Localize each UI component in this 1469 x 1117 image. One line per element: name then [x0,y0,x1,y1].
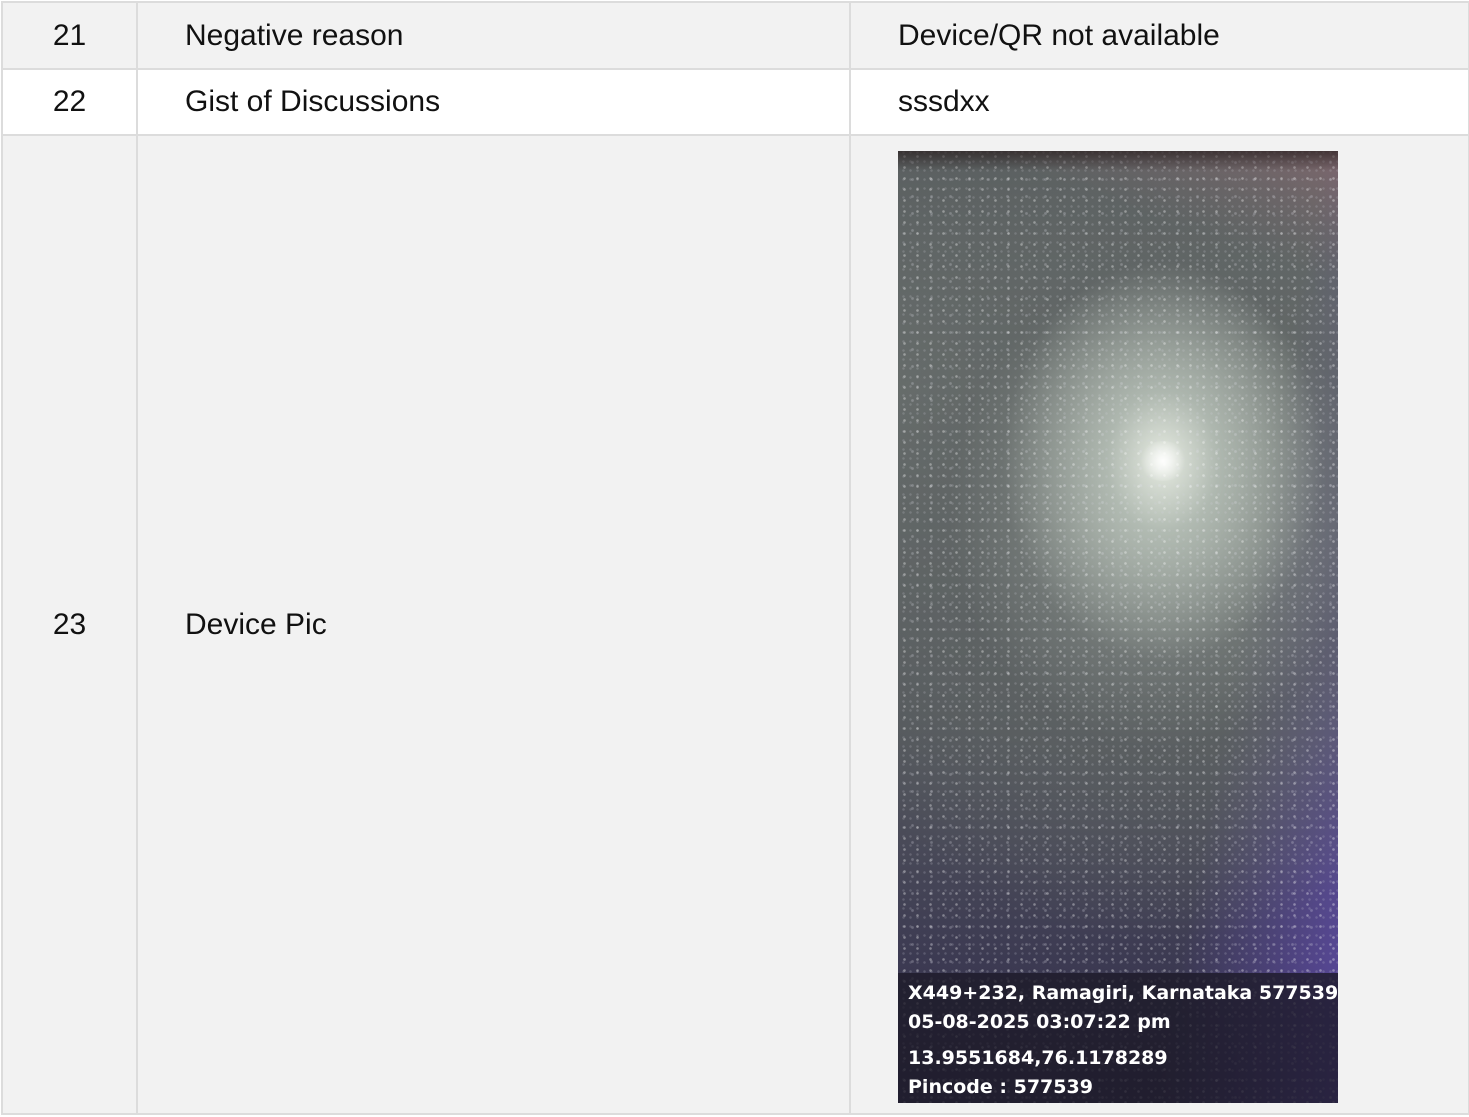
geotag-coordinates: 13.9551684,76.1178289 [908,1047,1168,1069]
device-photo-cell: X449+232, Ramagiri, Karnataka 577539, In… [849,134,1469,1115]
photo-top-edge [898,151,1338,171]
table-row: 21 Negative reason Device/QR not availab… [1,1,1469,70]
field-label: Device Pic [136,134,851,1115]
photo-glare [1138,441,1188,481]
field-label: Negative reason [136,1,851,70]
geotag-pincode: Pincode : 577539 [908,1076,1093,1098]
details-table: 21 Negative reason Device/QR not availab… [1,1,1469,1115]
field-label: Gist of Discussions [136,68,851,136]
geotag-datetime: 05-08-2025 03:07:22 pm [908,1011,1171,1033]
row-number: 21 [1,1,138,70]
photo-texture [898,151,1338,1103]
field-value: sssdxx [849,68,1469,136]
row-number: 22 [1,68,138,136]
table-row: 22 Gist of Discussions sssdxx [1,68,1469,136]
table-row: 23 Device Pic X449+232, Ramagiri, Karnat… [1,134,1469,1115]
row-number: 23 [1,134,138,1115]
device-photo[interactable]: X449+232, Ramagiri, Karnataka 577539, In… [898,151,1338,1103]
geotag-overlay: X449+232, Ramagiri, Karnataka 577539, In… [898,973,1338,1103]
geotag-address: X449+232, Ramagiri, Karnataka 577539, In… [908,982,1338,1004]
field-value: Device/QR not available [849,1,1469,70]
